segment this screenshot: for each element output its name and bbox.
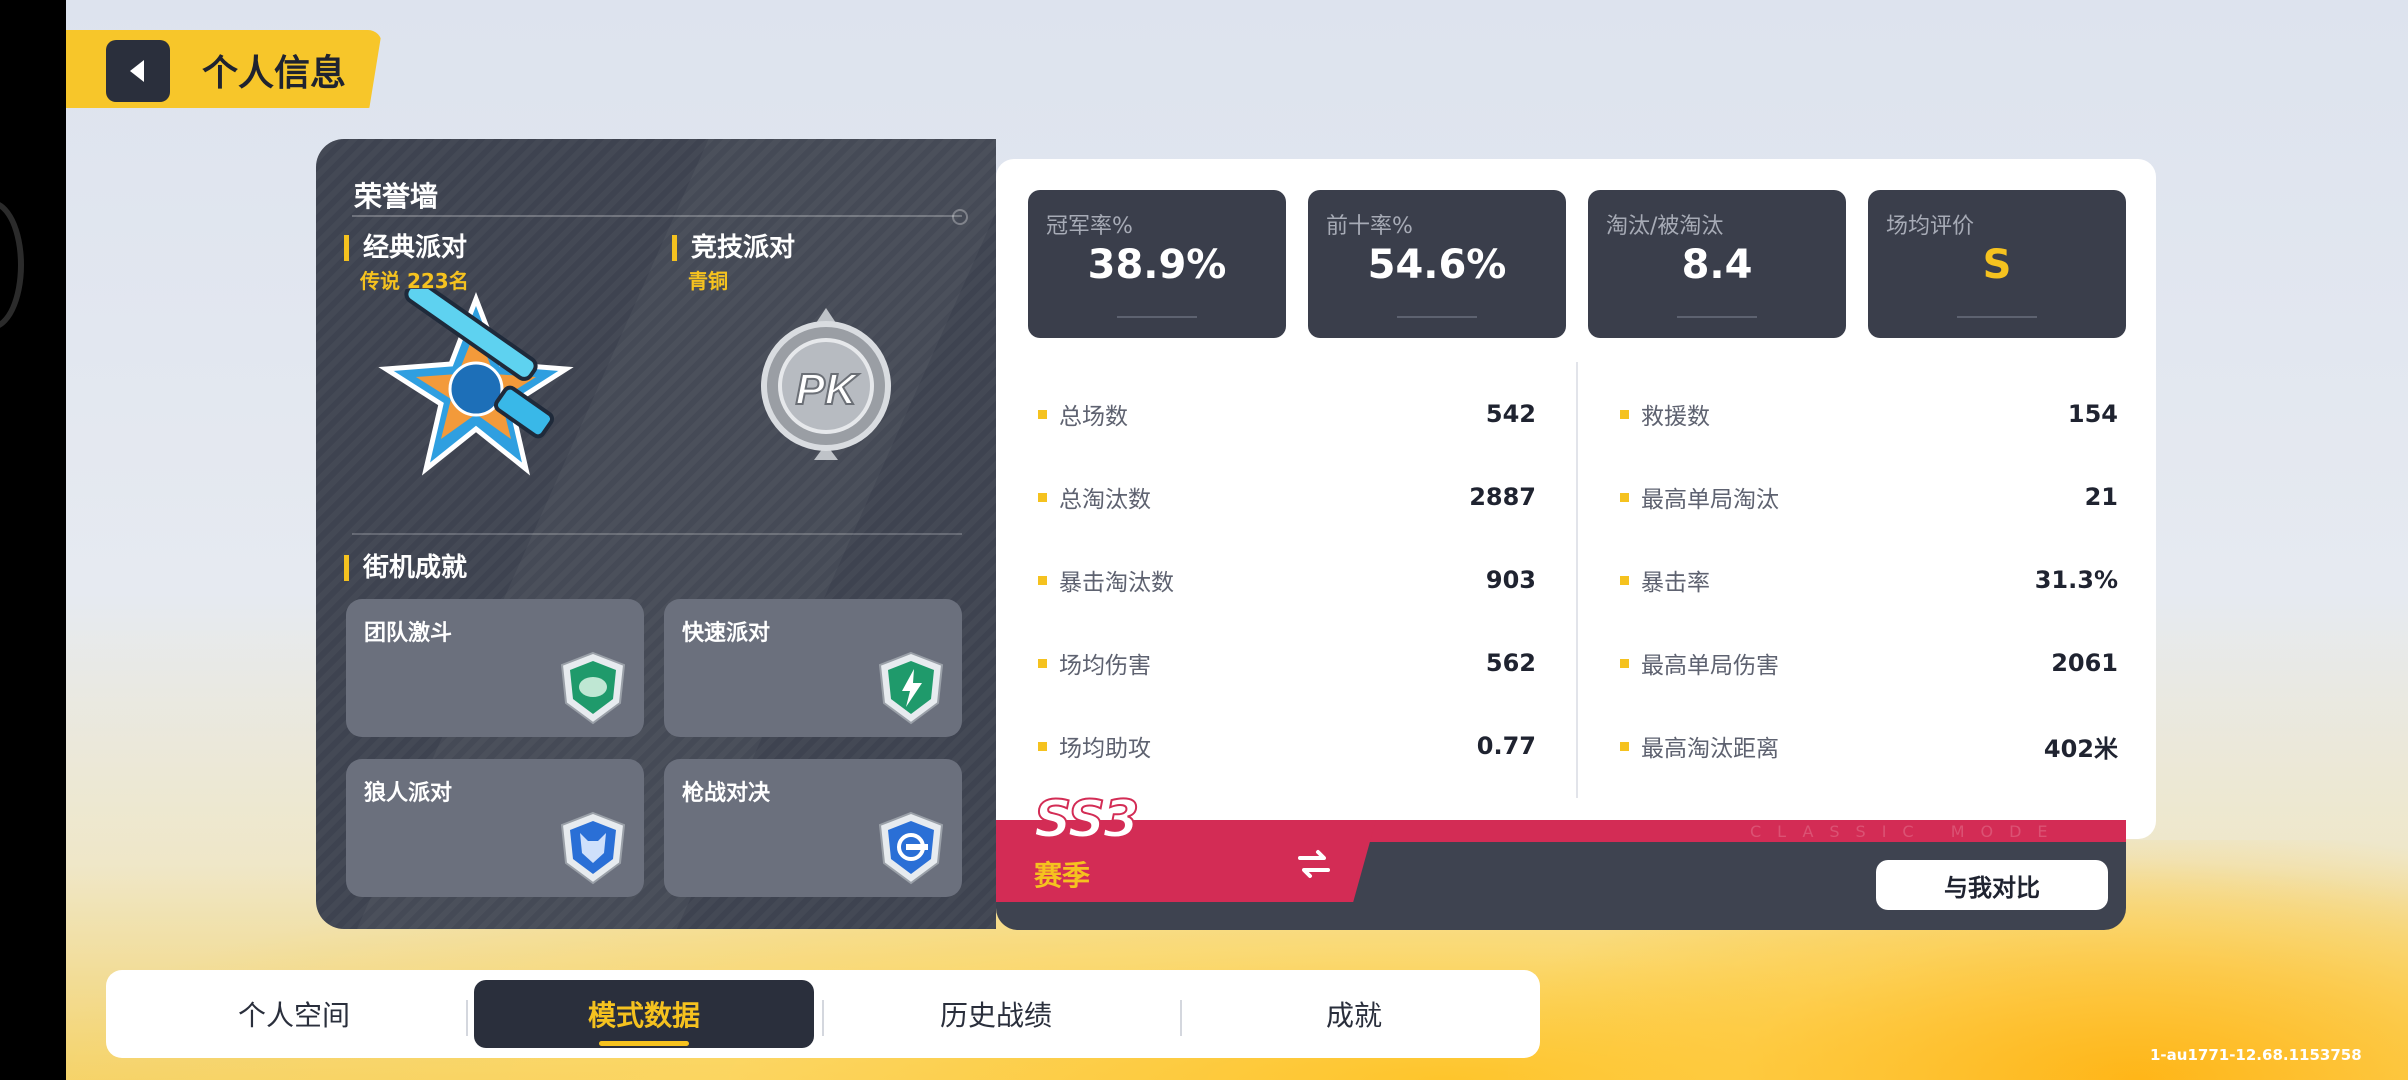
- tab-achievements[interactable]: 成就: [1184, 980, 1524, 1048]
- stat-row: 场均伤害 562: [1038, 643, 1536, 683]
- stat-row: 场均助攻 0.77: [1038, 726, 1536, 766]
- stat-row-label: 救援数: [1641, 404, 1710, 430]
- quick-party-badge-icon: [878, 651, 944, 725]
- stat-underline: [1957, 316, 2037, 318]
- stat-row-label: 场均助攻: [1059, 736, 1151, 762]
- season-label: 赛季: [1034, 859, 1091, 892]
- bullet-icon: [1620, 409, 1629, 419]
- stat-row-label: 暴击率: [1641, 570, 1710, 596]
- stat-row: 最高单局淘汰 21: [1620, 477, 2118, 517]
- stat-row-value: 21: [2084, 483, 2118, 511]
- stat-row-label: 总淘汰数: [1059, 487, 1151, 513]
- stat-row: 暴击淘汰数 903: [1038, 560, 1536, 600]
- stat-row: 最高单局伤害 2061: [1620, 643, 2118, 683]
- stat-row-label: 最高单局伤害: [1641, 653, 1779, 679]
- arcade-card-team-battle[interactable]: 团队激斗: [346, 599, 644, 737]
- bottom-tab-bar: 个人空间 模式数据 历史战绩 成就: [106, 970, 1540, 1058]
- stat-row-label: 最高淘汰距离: [1641, 736, 1779, 762]
- stat-avg-rating: 场均评价 S: [1868, 190, 2126, 338]
- stat-row: 总场数 542: [1038, 394, 1536, 434]
- divider: [352, 533, 962, 535]
- tab-personal-space[interactable]: 个人空间: [124, 980, 464, 1048]
- compare-with-me-button[interactable]: 与我对比: [1876, 860, 2108, 910]
- back-button[interactable]: [106, 40, 170, 102]
- season-code: SS3: [1033, 789, 1140, 851]
- stat-row: 暴击率 31.3%: [1620, 560, 2118, 600]
- stat-row-value: 0.77: [1476, 732, 1536, 760]
- arcade-card-label: 狼人派对: [364, 781, 453, 806]
- stat-value: S: [1982, 242, 2012, 288]
- stat-row: 总淘汰数 2887: [1038, 477, 1536, 517]
- werewolf-badge-icon: [560, 811, 626, 885]
- stat-row-value: 2061: [2051, 649, 2118, 677]
- stat-underline: [1397, 316, 1477, 318]
- stat-row-value: 154: [2067, 400, 2118, 428]
- honor-wall-panel: 荣誉墙 经典派对 传说 223名 竞技派对 青铜 PK 街机成就 团队激斗 快速…: [316, 139, 996, 929]
- stat-caption: 前十率%: [1326, 214, 1413, 239]
- classic-mode-watermark: CLASSIC MODE: [1750, 822, 2064, 841]
- svg-text:PK: PK: [795, 365, 859, 414]
- stat-row-label: 最高单局淘汰: [1641, 487, 1779, 513]
- stat-underline: [1677, 316, 1757, 318]
- stat-row-value: 903: [1485, 566, 1536, 594]
- stat-win-rate: 冠军率% 38.9%: [1028, 190, 1286, 338]
- arcade-card-werewolf-party[interactable]: 狼人派对: [346, 759, 644, 897]
- divider: [352, 209, 968, 225]
- pk-bronze-emblem-icon[interactable]: PK: [756, 304, 896, 464]
- honor-wall-title: 荣誉墙: [354, 180, 439, 213]
- stat-row-value: 31.3%: [2034, 566, 2118, 594]
- arcade-card-label: 快速派对: [682, 621, 771, 646]
- bullet-icon: [1038, 409, 1047, 419]
- arcade-card-quick-party[interactable]: 快速派对: [664, 599, 962, 737]
- stat-caption: 场均评价: [1886, 214, 1975, 239]
- stat-row-label: 总场数: [1059, 404, 1128, 430]
- back-arrow-icon: [130, 60, 144, 82]
- swap-arrows-icon[interactable]: [1296, 848, 1332, 880]
- bullet-icon: [1038, 658, 1047, 668]
- stat-caption: 淘汰/被淘汰: [1606, 214, 1724, 239]
- stat-row: 救援数 154: [1620, 394, 2118, 434]
- stat-underline: [1117, 316, 1197, 318]
- competitive-party-label: 竞技派对: [672, 235, 795, 261]
- tab-mode-data[interactable]: 模式数据: [474, 980, 814, 1048]
- tab-separator: [1180, 1000, 1182, 1036]
- stat-row-value: 2887: [1469, 483, 1536, 511]
- bullet-icon: [1038, 741, 1047, 751]
- arcade-card-label: 枪战对决: [682, 781, 771, 806]
- bullet-icon: [1620, 741, 1629, 751]
- stat-row-label: 暴击淘汰数: [1059, 570, 1174, 596]
- tab-match-history[interactable]: 历史战绩: [826, 980, 1166, 1048]
- stat-row-value: 542: [1485, 400, 1536, 428]
- legend-star-emblem-icon[interactable]: [376, 289, 576, 479]
- stat-caption: 冠军率%: [1046, 214, 1133, 239]
- screen-edge: [0, 0, 66, 1080]
- competitive-party-rank: 青铜: [688, 269, 728, 293]
- stat-kd-ratio: 淘汰/被淘汰 8.4: [1588, 190, 1846, 338]
- stat-value: 38.9%: [1087, 242, 1227, 288]
- stat-top10-rate: 前十率% 54.6%: [1308, 190, 1566, 338]
- bullet-icon: [1038, 575, 1047, 585]
- stat-row: 最高淘汰距离 402米: [1620, 726, 2118, 766]
- team-battle-badge-icon: [560, 651, 626, 725]
- column-divider: [1576, 362, 1578, 798]
- tab-separator: [822, 1000, 824, 1036]
- page-title: 个人信息: [202, 53, 347, 94]
- arcade-card-label: 团队激斗: [364, 621, 453, 646]
- tab-separator: [466, 1000, 468, 1036]
- stat-row-label: 场均伤害: [1059, 653, 1151, 679]
- version-string: 1-au1771-12.68.1153758: [2150, 1046, 2362, 1064]
- gunfight-badge-icon: [878, 811, 944, 885]
- stat-row-value: 402米: [2043, 734, 2118, 763]
- arcade-achievements-label: 街机成就: [344, 555, 467, 581]
- stat-value: 54.6%: [1367, 242, 1507, 288]
- bullet-icon: [1620, 575, 1629, 585]
- stat-value: 8.4: [1681, 242, 1753, 288]
- bullet-icon: [1038, 492, 1047, 502]
- bullet-icon: [1620, 658, 1629, 668]
- classic-party-label: 经典派对: [344, 235, 467, 261]
- arcade-card-gunfight-duel[interactable]: 枪战对决: [664, 759, 962, 897]
- bullet-icon: [1620, 492, 1629, 502]
- stat-row-value: 562: [1485, 649, 1536, 677]
